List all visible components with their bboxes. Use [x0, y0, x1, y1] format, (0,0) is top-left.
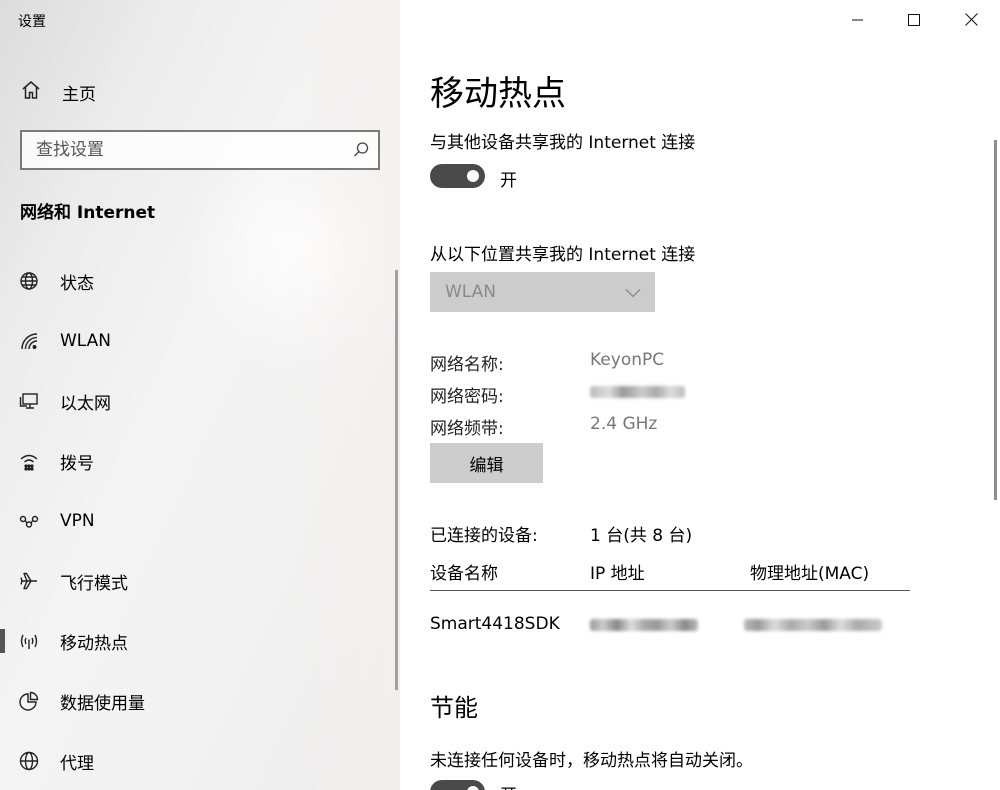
globe-icon [19, 751, 39, 771]
sidebar-item-ethernet[interactable]: 以太网 [0, 381, 392, 421]
search-icon[interactable] [344, 141, 378, 159]
share-from-value: WLAN [445, 282, 497, 302]
sidebar-item-label: 拨号 [60, 453, 94, 474]
network-name-key: 网络名称: [430, 355, 504, 375]
toggle-knob [467, 786, 479, 790]
table-header-mac: 物理地址(MAC) [750, 564, 870, 584]
sidebar-item-label: 状态 [60, 273, 94, 294]
share-from-dropdown[interactable]: WLAN [430, 272, 655, 312]
power-saving-toggle[interactable] [430, 780, 485, 790]
share-from-label: 从以下位置共享我的 Internet 连接 [430, 245, 696, 265]
sidebar-section-title: 网络和 Internet [20, 203, 156, 223]
sidebar-item-proxy[interactable]: 代理 [0, 741, 392, 781]
wifi-icon [19, 331, 39, 351]
sidebar-item-airplane-mode[interactable]: 飞行模式 [0, 561, 392, 601]
chevron-down-icon [625, 283, 641, 302]
table-row-ip-redacted [590, 619, 698, 631]
sidebar-item-dialup[interactable]: 拨号 [0, 441, 392, 481]
toggle-knob [467, 170, 479, 182]
share-connection-toggle[interactable] [430, 164, 485, 188]
sidebar-item-label: 数据使用量 [60, 693, 145, 714]
sidebar-item-label: WLAN [60, 331, 112, 351]
main-content: 移动热点 与其他设备共享我的 Internet 连接 开 从以下位置共享我的 I… [400, 0, 1000, 790]
power-saving-description: 未连接任何设备时，移动热点将自动关闭。 [430, 751, 753, 771]
share-toggle-label: 开 [500, 171, 517, 191]
sidebar-home[interactable]: 主页 [20, 78, 96, 106]
table-header-device-name: 设备名称 [430, 564, 498, 584]
table-row-mac-redacted [744, 619, 882, 631]
network-password-redacted [590, 386, 685, 398]
sidebar: 设置 主页 网络和 Internet 状态 [0, 0, 400, 790]
table-header-ip: IP 地址 [590, 564, 645, 584]
app-title: 设置 [18, 14, 46, 30]
sidebar-item-wlan[interactable]: WLAN [0, 321, 392, 361]
network-band-value: 2.4 GHz [590, 414, 658, 434]
table-divider [430, 590, 910, 591]
sidebar-item-status[interactable]: 状态 [0, 261, 392, 301]
ethernet-icon [19, 391, 39, 411]
sidebar-item-label: 移动热点 [60, 633, 128, 654]
airplane-icon [19, 571, 39, 591]
edit-button[interactable]: 编辑 [430, 443, 543, 483]
table-row-device-name: Smart4418SDK [430, 614, 560, 634]
main-scrollbar[interactable] [994, 140, 997, 500]
sidebar-item-label: 飞行模式 [60, 573, 128, 594]
dialup-icon [19, 451, 39, 471]
connected-devices-value: 1 台(共 8 台) [590, 526, 693, 546]
sidebar-item-mobile-hotspot[interactable]: 移动热点 [0, 621, 392, 661]
power-saving-title: 节能 [430, 694, 478, 722]
sidebar-home-label: 主页 [62, 84, 96, 105]
network-password-key: 网络密码: [430, 387, 504, 407]
hotspot-icon [19, 631, 39, 651]
home-icon [20, 79, 42, 105]
globe-status-icon [19, 271, 39, 291]
active-indicator [0, 629, 5, 653]
sidebar-item-label: 代理 [60, 753, 94, 774]
sidebar-item-vpn[interactable]: VPN [0, 501, 392, 541]
sidebar-item-label: VPN [60, 511, 95, 531]
sidebar-item-data-usage[interactable]: 数据使用量 [0, 681, 392, 721]
search-input[interactable] [22, 132, 344, 168]
share-connection-label: 与其他设备共享我的 Internet 连接 [430, 133, 696, 153]
pie-chart-icon [19, 691, 39, 711]
page-title: 移动热点 [430, 74, 566, 114]
power-toggle-label: 开 [500, 781, 517, 790]
sidebar-item-label: 以太网 [60, 393, 111, 414]
search-box [20, 130, 380, 170]
connected-devices-key: 已连接的设备: [430, 526, 538, 546]
network-band-key: 网络频带: [430, 419, 504, 439]
sidebar-scrollbar[interactable] [395, 270, 398, 690]
vpn-icon [19, 511, 39, 531]
network-name-value: KeyonPC [590, 350, 665, 370]
